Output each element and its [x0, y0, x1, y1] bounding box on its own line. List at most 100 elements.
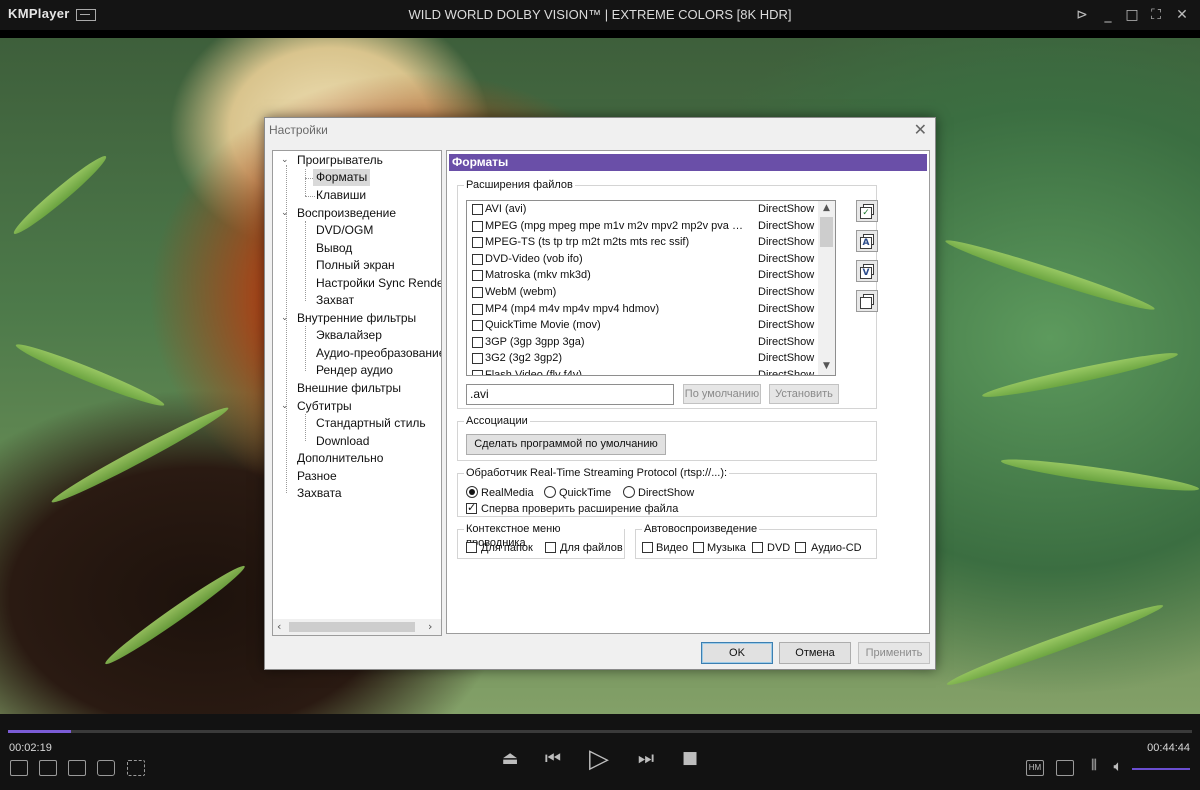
checkbox[interactable]	[472, 270, 483, 282]
tree-item-capturing[interactable]: Захвата	[297, 485, 342, 502]
list-vscrollbar[interactable]: ▲ ▼	[818, 201, 835, 375]
deselect-all-button[interactable]	[856, 290, 878, 312]
scroll-left-icon[interactable]: ‹	[277, 619, 281, 635]
checkbox[interactable]	[472, 336, 483, 348]
format-engine[interactable]: DirectShow	[758, 350, 814, 366]
tree-item-formats[interactable]: Форматы	[313, 169, 371, 186]
tree-item-player[interactable]: Проигрыватель	[297, 152, 383, 169]
play-icon[interactable]: ▷	[586, 744, 612, 774]
minimize-icon[interactable]: _	[1098, 5, 1118, 25]
tree-item-advanced[interactable]: Дополнительно	[297, 450, 383, 467]
format-engine[interactable]: DirectShow	[758, 267, 814, 283]
previous-icon[interactable]: ⏮	[541, 748, 565, 769]
autoplay-dvd-label[interactable]: DVD	[767, 541, 790, 555]
folders-checkbox[interactable]	[466, 542, 477, 553]
settings-tree[interactable]: ⌄ Проигрыватель Форматы Клавиши ⌄ Воспро…	[272, 150, 442, 636]
scroll-down-icon[interactable]: ▼	[818, 361, 835, 371]
stop-icon[interactable]: ■	[680, 748, 700, 768]
volume-icon[interactable]: 🔈︎	[1108, 757, 1128, 775]
check-extension-label[interactable]: Сперва проверить расширение файла	[481, 502, 678, 516]
autoplay-music-checkbox[interactable]	[693, 542, 704, 553]
tree-item-output[interactable]: Вывод	[316, 240, 352, 257]
capture-icon[interactable]	[127, 760, 145, 776]
files-checkbox[interactable]	[545, 542, 556, 553]
list-item[interactable]: WebM (webm) DirectShow	[467, 284, 819, 301]
format-engine[interactable]: DirectShow	[758, 218, 814, 234]
tree-item-capture[interactable]: Захват	[316, 292, 354, 309]
format-engine[interactable]: DirectShow	[758, 367, 814, 375]
tree-item-standard-style[interactable]: Стандартный стиль	[316, 415, 426, 432]
scroll-right-icon[interactable]: ›	[428, 619, 432, 635]
rtsp-realmedia-label[interactable]: RealMedia	[481, 486, 534, 500]
hw-decoder-icon[interactable]: HM	[1026, 760, 1044, 776]
folders-label[interactable]: Для папок	[481, 541, 533, 555]
collapse-icon[interactable]: ⌄	[281, 152, 291, 169]
list-item[interactable]: AVI (avi) DirectShow	[467, 201, 819, 218]
list-item[interactable]: QuickTime Movie (mov) DirectShow	[467, 317, 819, 334]
tree-hscrollbar[interactable]: ‹ ›	[273, 619, 441, 635]
scroll-thumb[interactable]	[289, 622, 415, 632]
extension-input[interactable]: .avi	[466, 384, 674, 405]
list-item[interactable]: MPEG (mpg mpeg mpe m1v m2v mpv2 mp2v pva…	[467, 218, 819, 235]
format-engine[interactable]: DirectShow	[758, 234, 814, 250]
close-icon[interactable]: ✕	[1172, 5, 1192, 25]
collapse-icon[interactable]: ⌄	[281, 398, 291, 415]
default-button[interactable]: По умолчанию	[683, 384, 761, 404]
tree-item-external-filters[interactable]: Внешние фильтры	[297, 380, 401, 397]
fullscreen-icon[interactable]: ⛶	[1146, 5, 1166, 25]
collapse-icon[interactable]: ⌄	[281, 205, 291, 222]
checkbox[interactable]	[472, 220, 483, 232]
pin-icon[interactable]: ⊳	[1072, 5, 1092, 25]
open-file-icon[interactable]	[39, 760, 57, 776]
format-engine[interactable]: DirectShow	[758, 317, 814, 333]
tree-item-dvd[interactable]: DVD/OGM	[316, 222, 373, 239]
dialog-close-icon[interactable]: ✕	[914, 120, 927, 139]
tree-item-download[interactable]: Download	[316, 433, 369, 450]
format-engine[interactable]: DirectShow	[758, 301, 814, 317]
extensions-list[interactable]: AVI (avi) DirectShow MPEG (mpg mpeg mpe m…	[466, 200, 836, 376]
tree-item-audio-render[interactable]: Рендер аудио	[316, 362, 393, 379]
scroll-thumb[interactable]	[820, 217, 833, 247]
autoplay-video-label[interactable]: Видео	[656, 541, 688, 555]
autoplay-dvd-checkbox[interactable]	[752, 542, 763, 553]
set-button[interactable]: Установить	[769, 384, 839, 404]
autoplay-audiocd-label[interactable]: Аудио-CD	[811, 541, 862, 555]
eject-icon[interactable]: ⏏	[500, 748, 520, 769]
checkbox[interactable]	[472, 370, 483, 375]
format-engine[interactable]: DirectShow	[758, 284, 814, 300]
checkbox[interactable]	[472, 353, 483, 365]
list-item[interactable]: MPEG-TS (ts tp trp m2t m2ts mts rec ssif…	[467, 234, 819, 251]
tree-item-playback[interactable]: Воспроизведение	[297, 205, 396, 222]
tree-item-equalizer[interactable]: Эквалайзер	[316, 327, 382, 344]
tree-item-fullscreen[interactable]: Полный экран	[316, 257, 395, 274]
format-engine[interactable]: DirectShow	[758, 334, 814, 350]
list-item[interactable]: MP4 (mp4 m4v mp4v mpv4 hdmov) DirectShow	[467, 301, 819, 318]
tree-item-misc[interactable]: Разное	[297, 468, 337, 485]
scroll-up-icon[interactable]: ▲	[818, 203, 835, 213]
vr-icon[interactable]	[68, 760, 86, 776]
apply-button[interactable]: Применить	[858, 642, 930, 664]
make-default-button[interactable]: Сделать программой по умолчанию	[466, 434, 666, 455]
tree-item-audio-conversion[interactable]: Аудио-преобразование	[316, 345, 441, 362]
list-item[interactable]: 3GP (3gp 3gpp 3ga) DirectShow	[467, 334, 819, 351]
seek-bar[interactable]	[8, 730, 1192, 733]
equalizer-icon[interactable]: ⫼	[1084, 758, 1104, 773]
tree-item-keys[interactable]: Клавиши	[316, 187, 366, 204]
files-label[interactable]: Для файлов	[560, 541, 623, 555]
collapse-icon[interactable]: ⌄	[281, 310, 291, 327]
autoplay-music-label[interactable]: Музыка	[707, 541, 746, 555]
cancel-button[interactable]: Отмена	[779, 642, 851, 664]
checkbox[interactable]	[472, 320, 483, 332]
rtsp-directshow-label[interactable]: DirectShow	[638, 486, 694, 500]
tree-item-sync-render[interactable]: Настройки Sync Render	[316, 275, 441, 292]
checkbox[interactable]	[472, 287, 483, 298]
checkbox[interactable]	[472, 237, 483, 249]
format-engine[interactable]: DirectShow	[758, 251, 814, 267]
checkbox[interactable]	[472, 204, 483, 215]
tree-item-subtitles[interactable]: Субтитры	[297, 398, 352, 415]
list-item[interactable]: DVD-Video (vob ifo) DirectShow	[467, 251, 819, 268]
ok-button[interactable]: OK	[701, 642, 773, 664]
autoplay-video-checkbox[interactable]	[642, 542, 653, 553]
select-audio-button[interactable]: A	[856, 230, 878, 252]
next-icon[interactable]: ⏭	[634, 748, 658, 769]
